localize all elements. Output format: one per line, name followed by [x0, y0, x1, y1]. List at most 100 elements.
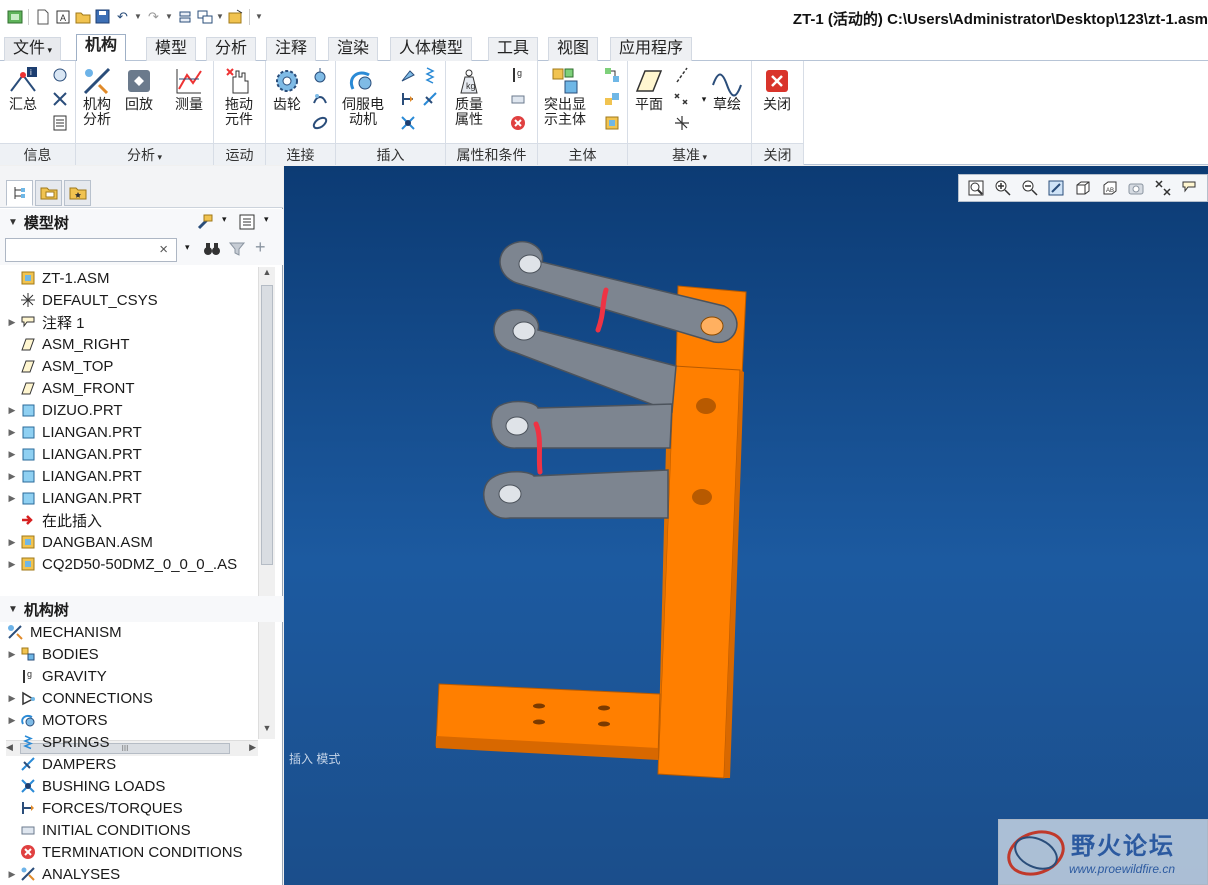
windows-dropdown-icon[interactable]: ▼	[216, 12, 224, 21]
mech-node-gravity[interactable]: g GRAVITY	[6, 665, 107, 687]
filter-icon[interactable]	[228, 241, 246, 260]
tree-node-asm-front[interactable]: ASM_FRONT	[6, 377, 135, 399]
group-label-datum[interactable]: 基准 ▾	[628, 143, 751, 165]
add-filter-icon[interactable]: +	[255, 237, 266, 258]
model-tree-header[interactable]: ▼ 模型树 ▾ ▾	[0, 209, 283, 235]
axis-icon[interactable]	[672, 65, 692, 85]
find-binoculars-icon[interactable]	[202, 240, 222, 261]
mech-node-bodies[interactable]: ▶ BODIES	[6, 643, 99, 665]
show-dropdown-icon[interactable]: ▾	[264, 214, 269, 225]
tab-analysis[interactable]: 分析	[206, 37, 257, 61]
cam-icon[interactable]	[310, 65, 330, 85]
tree-node-liangan-4[interactable]: ▶ LIANGAN.PRT	[6, 487, 142, 509]
tree-settings-icon[interactable]	[196, 213, 214, 235]
mech-node-forces[interactable]: FORCES/TORQUES	[6, 797, 183, 819]
tree-settings-dropdown-icon[interactable]: ▾	[222, 214, 227, 225]
csys-icon[interactable]	[672, 113, 692, 133]
tab-tools[interactable]: 工具	[488, 37, 539, 61]
tab-view[interactable]: 视图	[548, 37, 599, 61]
mech-node-dampers[interactable]: DAMPERS	[6, 753, 116, 775]
clear-search-icon[interactable]: ×	[159, 241, 168, 258]
damper-icon[interactable]	[420, 89, 440, 109]
tab-file[interactable]: 文件 ▾	[4, 37, 62, 61]
initial-condition-icon[interactable]	[508, 89, 528, 109]
tree-node-liangan-3[interactable]: ▶ LIANGAN.PRT	[6, 465, 142, 487]
tree-node-insert-here[interactable]: 在此插入	[6, 509, 102, 531]
scroll-up-icon[interactable]: ▲	[259, 267, 275, 283]
tree-node-liangan-1[interactable]: ▶ LIANGAN.PRT	[6, 421, 142, 443]
open-icon[interactable]: A	[54, 8, 71, 25]
folder-browser-tab[interactable]	[35, 180, 62, 206]
reset-bodies-icon[interactable]	[602, 113, 622, 133]
mech-node-analyses[interactable]: ▶ ANALYSES	[6, 863, 121, 885]
tab-render[interactable]: 渲染	[328, 37, 379, 61]
model-tree-vscroll[interactable]: ▲ ▼	[258, 267, 275, 739]
save-icon[interactable]	[94, 8, 111, 25]
gravity-icon[interactable]: g	[508, 65, 528, 85]
tree-node-csys[interactable]: DEFAULT_CSYS	[6, 289, 158, 311]
sketch-button[interactable]: 草绘	[710, 65, 744, 112]
mechanism-tree-header[interactable]: ▼ 机构树	[0, 596, 283, 622]
close-window-icon[interactable]	[227, 8, 244, 25]
detailed-info-icon[interactable]	[50, 89, 70, 109]
spring-icon[interactable]	[420, 65, 440, 85]
tree-node-root[interactable]: ZT-1.ASM	[6, 267, 110, 289]
search-dropdown-icon[interactable]: ▾	[185, 242, 190, 253]
summary-button[interactable]: i 汇总	[6, 65, 40, 112]
slot-icon[interactable]	[310, 89, 330, 109]
undo-icon[interactable]: ↶	[114, 8, 131, 25]
folder-icon[interactable]	[74, 8, 91, 25]
report-icon[interactable]	[50, 113, 70, 133]
body-definition-icon[interactable]	[602, 65, 622, 85]
force-motor-icon[interactable]	[398, 65, 418, 85]
tree-search-input[interactable]: ×	[5, 238, 177, 262]
app-icon[interactable]	[6, 8, 23, 25]
mech-node-motors[interactable]: ▶ MOTORS	[6, 709, 108, 731]
scroll-down-icon[interactable]: ▼	[259, 723, 275, 739]
redefine-bodies-icon[interactable]	[602, 89, 622, 109]
show-columns-icon[interactable]	[238, 213, 256, 235]
scroll-thumb[interactable]	[261, 285, 273, 565]
point-icon[interactable]	[672, 89, 692, 109]
graphics-viewport[interactable]: AB 插入 模式 野火论坛 www.proewildfire.cn	[284, 166, 1208, 885]
mech-analysis-button[interactable]: 机构 分析	[80, 65, 114, 127]
mech-node-bushing-loads[interactable]: BUSHING LOADS	[6, 775, 165, 797]
mech-node-connections[interactable]: ▶ CONNECTIONS	[6, 687, 153, 709]
belt-icon[interactable]	[310, 113, 330, 133]
group-label-analysis[interactable]: 分析 ▾	[76, 143, 213, 165]
tree-node-dangban[interactable]: ▶ DANGBAN.ASM	[6, 531, 153, 553]
tree-node-cylinder[interactable]: ▶ CQ2D50-50DMZ_0_0_0_.AS	[6, 553, 238, 575]
tab-model[interactable]: 模型	[146, 37, 197, 61]
tree-node-liangan-2[interactable]: ▶ LIANGAN.PRT	[6, 443, 142, 465]
mech-node-termination[interactable]: TERMINATION CONDITIONS	[6, 841, 243, 863]
tree-node-asm-top[interactable]: ASM_TOP	[6, 355, 113, 377]
mass-props-button[interactable]: kg 质量 属性	[452, 65, 486, 127]
tab-applications[interactable]: 应用程序	[610, 37, 693, 61]
servo-motor-button[interactable]: 伺服电 动机	[342, 65, 384, 127]
windows-icon[interactable]	[196, 8, 213, 25]
customize-qat-icon[interactable]: ▼	[255, 12, 263, 21]
mech-node-initial-conditions[interactable]: INITIAL CONDITIONS	[6, 819, 191, 841]
tab-annotate[interactable]: 注释	[266, 37, 317, 61]
regenerate-icon[interactable]	[176, 8, 193, 25]
new-icon[interactable]	[34, 8, 51, 25]
measure-button[interactable]: 测量	[172, 65, 206, 112]
redo-dropdown-icon[interactable]: ▼	[165, 12, 173, 21]
favorites-tab[interactable]	[64, 180, 91, 206]
highlight-body-button[interactable]: 突出显 示主体	[544, 65, 586, 127]
plane-button[interactable]: 平面	[632, 65, 666, 112]
tab-mechanism[interactable]: 机构	[76, 34, 127, 62]
undo-dropdown-icon[interactable]: ▼	[134, 12, 142, 21]
model-tree-tab[interactable]	[6, 180, 33, 206]
close-button[interactable]: 关闭	[760, 65, 794, 112]
tree-node-asm-right[interactable]: ASM_RIGHT	[6, 333, 130, 355]
mech-node-mechanism[interactable]: MECHANISM	[6, 621, 122, 643]
drag-components-button[interactable]: 拖动 元件	[222, 65, 256, 127]
force-torque-icon[interactable]	[398, 89, 418, 109]
scroll-right-icon[interactable]: ▶	[249, 742, 256, 753]
playback-button[interactable]: 回放	[122, 65, 156, 112]
tree-node-dizuo[interactable]: ▶ DIZUO.PRT	[6, 399, 123, 421]
tree-node-annotation[interactable]: ▶ 注释 1	[6, 311, 85, 333]
mech-node-springs[interactable]: SPRINGS	[6, 731, 110, 753]
tab-manikin[interactable]: 人体模型	[390, 37, 473, 61]
